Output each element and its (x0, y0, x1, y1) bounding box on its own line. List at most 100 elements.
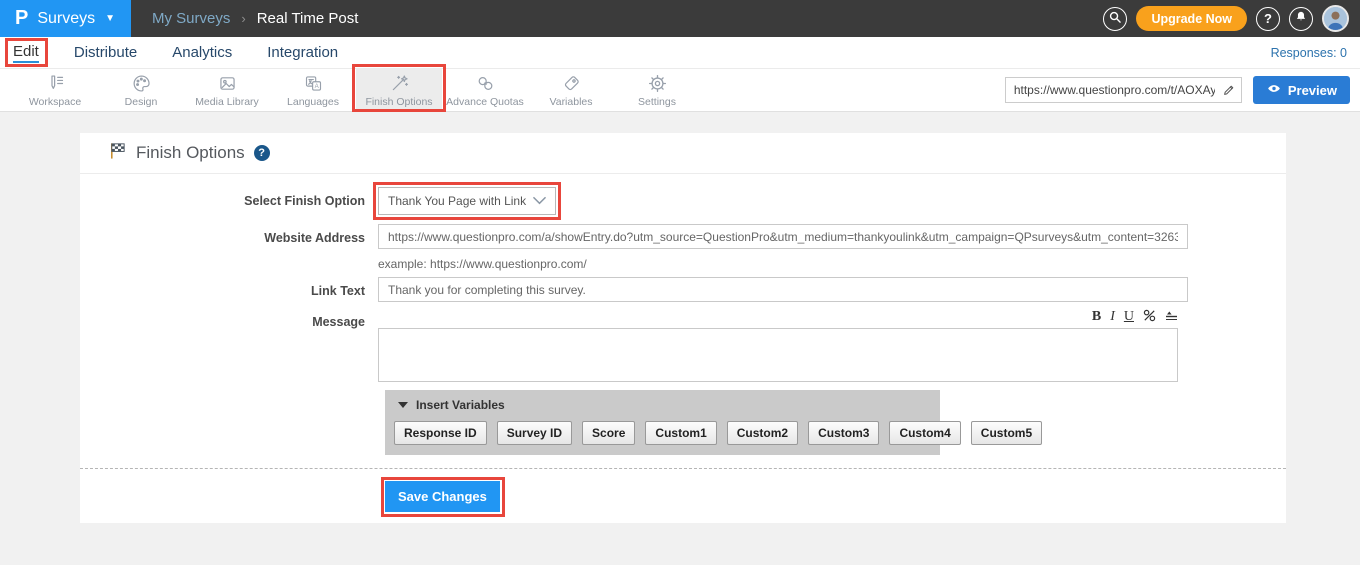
message-textarea[interactable] (378, 328, 1178, 382)
variable-button-custom5[interactable]: Custom5 (971, 421, 1042, 445)
avatar[interactable] (1322, 5, 1349, 32)
edit-toolbar: Workspace Design Media Library A Languag… (0, 68, 1360, 112)
variables-icon (561, 73, 582, 94)
toolbar-item-finish-options[interactable]: Finish Options (356, 69, 442, 111)
chevron-down-icon: ▼ (105, 13, 115, 24)
bold-button[interactable]: B (1092, 310, 1101, 324)
preview-button[interactable]: Preview (1253, 76, 1350, 104)
languages-icon: A (303, 73, 324, 94)
toolbar-label: Variables (550, 96, 593, 108)
message-field: B I U (378, 308, 1178, 382)
app-logo[interactable]: P Surveys ▼ (0, 0, 131, 37)
finish-options-form: Select Finish Option Thank You Page with… (80, 174, 1286, 515)
survey-tab-bar: Edit Distribute Analytics Integration Re… (0, 37, 1360, 68)
checkered-flag-icon (108, 141, 127, 165)
breadcrumb-my-surveys[interactable]: My Surveys (152, 10, 230, 27)
toolbar-item-design[interactable]: Design (98, 69, 184, 111)
settings-icon (647, 73, 668, 94)
notifications-button[interactable] (1289, 7, 1313, 31)
toolbar-label: Design (125, 96, 158, 108)
website-address-label: Website Address (80, 224, 378, 249)
website-address-example: example: https://www.questionpro.com/ (378, 257, 1286, 271)
insert-variables-panel: Insert Variables Response ID Survey ID S… (385, 390, 940, 455)
questionpro-logo-icon: P (15, 7, 28, 30)
variable-buttons: Response ID Survey ID Score Custom1 Cust… (394, 421, 931, 445)
save-changes-label: Save Changes (398, 489, 487, 504)
header-actions: Upgrade Now ? (1103, 5, 1360, 32)
variable-button-custom2[interactable]: Custom2 (727, 421, 798, 445)
variable-button-custom1[interactable]: Custom1 (645, 421, 716, 445)
toolbar-label: Finish Options (365, 96, 432, 108)
upgrade-now-button[interactable]: Upgrade Now (1136, 6, 1247, 31)
insert-variables-toggle[interactable]: Insert Variables (394, 396, 931, 412)
finish-option-select[interactable]: Thank You Page with Link (378, 187, 556, 215)
breadcrumb: My Surveys › Real Time Post (152, 10, 358, 27)
toolbar-label: Languages (287, 96, 339, 108)
tab-distribute[interactable]: Distribute (74, 44, 137, 61)
workspace-icon (45, 73, 66, 94)
toolbar-item-media-library[interactable]: Media Library (184, 69, 270, 111)
variable-button-response-id[interactable]: Response ID (394, 421, 487, 445)
top-header: P Surveys ▼ My Surveys › Real Time Post … (0, 0, 1360, 37)
breadcrumb-current-survey: Real Time Post (257, 10, 359, 27)
finish-options-help-button[interactable]: ? (254, 145, 270, 161)
link-text-label: Link Text (80, 277, 378, 302)
product-name: Surveys (37, 10, 95, 28)
finish-options-panel: Finish Options ? Select Finish Option Th… (80, 133, 1286, 523)
tab-edit-label: Edit (13, 43, 39, 60)
tab-analytics[interactable]: Analytics (172, 44, 232, 61)
user-photo-icon (1324, 17, 1347, 32)
survey-url-input[interactable] (1005, 77, 1242, 103)
edit-url-pencil-icon[interactable] (1222, 83, 1236, 102)
breadcrumb-separator-icon: › (241, 11, 245, 26)
website-address-row: Website Address (80, 224, 1286, 249)
message-label: Message (80, 308, 378, 382)
preview-label: Preview (1288, 83, 1337, 98)
toolbar-label: Settings (638, 96, 676, 108)
finish-options-icon (389, 73, 410, 94)
toolbar-label: Advance Quotas (446, 96, 524, 108)
horizontal-rule-button[interactable] (1165, 309, 1178, 326)
design-icon (131, 73, 152, 94)
italic-button[interactable]: I (1110, 310, 1115, 324)
search-icon (1108, 10, 1122, 27)
tab-integration[interactable]: Integration (267, 44, 338, 61)
finish-option-label: Select Finish Option (80, 187, 378, 215)
responses-count: Responses: 0 (1271, 46, 1347, 60)
variable-button-custom3[interactable]: Custom3 (808, 421, 879, 445)
survey-url-wrap (1005, 77, 1242, 103)
toolbar-item-workspace[interactable]: Workspace (12, 69, 98, 111)
content-area: Finish Options ? Select Finish Option Th… (0, 112, 1360, 523)
variable-button-survey-id[interactable]: Survey ID (497, 421, 572, 445)
link-text-input[interactable] (378, 277, 1188, 302)
media-library-icon (217, 73, 238, 94)
help-button[interactable]: ? (1256, 7, 1280, 31)
variable-button-score[interactable]: Score (582, 421, 635, 445)
finish-option-row: Select Finish Option Thank You Page with… (80, 187, 1286, 215)
finish-option-selected-value: Thank You Page with Link (388, 194, 526, 208)
save-changes-button[interactable]: Save Changes (385, 481, 500, 512)
link-text-row: Link Text (80, 277, 1286, 302)
page-title: Finish Options (136, 143, 245, 163)
website-address-input[interactable] (378, 224, 1188, 249)
underline-button[interactable]: U (1124, 310, 1134, 324)
save-row: Save Changes (80, 469, 1286, 515)
toolbar-item-settings[interactable]: Settings (614, 69, 700, 111)
toolbar-item-variables[interactable]: Variables (528, 69, 614, 111)
tab-edit[interactable]: Edit (13, 43, 39, 63)
message-row: Message B I U (80, 308, 1286, 382)
chevron-down-icon (533, 194, 546, 208)
bell-icon (1294, 10, 1308, 27)
toolbar-item-languages[interactable]: A Languages (270, 69, 356, 111)
toolbar-item-advance-quotas[interactable]: Advance Quotas (442, 69, 528, 111)
toolbar-label: Workspace (29, 96, 81, 108)
message-format-toolbar: B I U (378, 308, 1178, 326)
link-button[interactable] (1143, 309, 1156, 326)
variable-button-custom4[interactable]: Custom4 (889, 421, 960, 445)
toolbar-right: Preview (1005, 69, 1360, 111)
panel-header: Finish Options ? (80, 133, 1286, 174)
eye-icon (1266, 82, 1282, 98)
advance-quotas-icon (475, 73, 496, 94)
search-button[interactable] (1103, 7, 1127, 31)
insert-variables-title: Insert Variables (416, 398, 505, 412)
